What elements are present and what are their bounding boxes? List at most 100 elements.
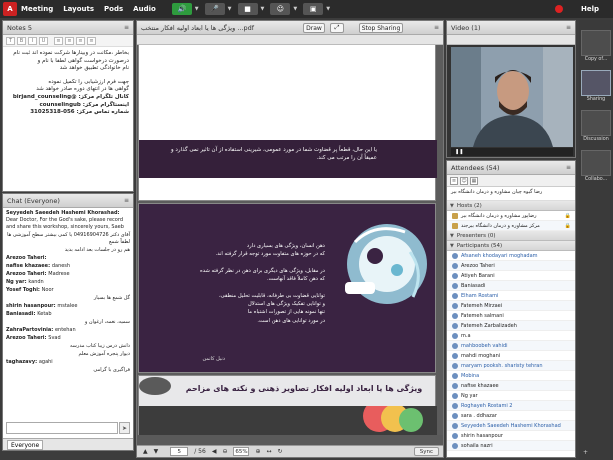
layout-tile-collaboration[interactable] [581,150,611,176]
pod-options-icon[interactable]: ≡ [434,24,439,31]
zoom-in-icon[interactable]: ⊕ [255,448,260,455]
page-number-input[interactable]: 5 [170,447,189,456]
attendee-row[interactable]: Arezoo Taheri [447,261,575,271]
send-message-icon[interactable]: ➤ [119,422,130,434]
rotate-icon[interactable]: ↻ [278,448,283,455]
attendee-row[interactable]: Atiyeh Barani [447,271,575,281]
italic-button[interactable]: I [28,36,37,45]
notes-line: گواهی ها در انتهای دوره صادر خواهد شد [36,86,129,93]
draw-button[interactable]: Draw [303,23,325,33]
attendee-row[interactable]: Mobina [447,371,575,381]
help-menu[interactable]: Help [581,5,599,13]
chevron-down-icon[interactable]: ▼ [261,6,265,12]
pod-options-icon[interactable]: ≡ [124,24,129,31]
menu-layouts[interactable]: Layouts [63,5,94,13]
chevron-down-icon[interactable]: ▼ [293,6,297,12]
mic-control[interactable]: 🎤 ▼ [204,3,232,15]
user-icon [452,332,458,339]
font-size-button[interactable]: T [6,36,15,45]
chat-message-input[interactable] [6,422,118,434]
document-viewer[interactable]: یا این حال، قطعاً پر قضاوت شما در مورد ع… [137,45,443,435]
previous-page-icon[interactable]: ▲ [143,448,148,455]
stop-sharing-button[interactable]: Stop Sharing [359,23,403,33]
attendee-row[interactable]: sara . ddhazar [447,411,575,421]
chevron-down-icon[interactable]: ▼ [450,203,454,209]
camera-control[interactable]: ■ ▼ [237,3,265,15]
attendee-row[interactable]: m.a [447,331,575,341]
next-page-icon[interactable]: ▼ [154,448,159,455]
speaker-control[interactable]: 🔊 ▼ [171,3,199,15]
attendee-row[interactable]: mahboobeh vahidi [447,341,575,351]
menu-meeting[interactable]: Meeting [21,5,53,13]
user-icon [452,252,458,259]
attendees-count: (54) [486,163,500,172]
attendee-row[interactable]: Fatemeh Mirzaei [447,301,575,311]
menu-audio[interactable]: Audio [133,5,156,13]
attendee-row[interactable]: Fatemeh Zarbalizadeh [447,321,575,331]
share-screen-control[interactable]: ▣ ▼ [303,3,330,15]
chevron-down-icon[interactable]: ▼ [326,6,330,12]
attendee-row[interactable]: mahdi moghani [447,351,575,361]
microphone-icon[interactable]: 🎤 [204,3,225,15]
layout-tile-discussion[interactable] [581,110,611,136]
chevron-down-icon[interactable]: ▼ [450,243,454,249]
align-right-button[interactable]: ≡ [87,36,96,45]
attendee-row[interactable]: Afsaneh khodayari moghadam [447,251,575,261]
share-document-title: ویژگی ها یا ابعاد اولیه افکار منتخب ...p… [141,23,255,32]
layout-tile-copy[interactable] [581,30,611,56]
chevron-down-icon[interactable]: ▼ [450,233,454,239]
add-layout-icon[interactable]: + [583,449,588,456]
chat-text: دانش درس زیبا کتاب مدرسه [69,343,130,349]
webcam-feed[interactable] [451,47,573,147]
attendee-row[interactable]: مرکز مشاوره و درمان دانشگاه بیرجند 🔒 [447,221,575,231]
attendee-group-hosts[interactable]: ▼ Hosts (2) [447,201,575,211]
attendee-row[interactable]: Elham Rostami [447,291,575,301]
share-screen-icon[interactable]: ▣ [303,3,324,15]
record-icon[interactable] [554,5,563,13]
attendee-row[interactable]: Baniasadi [447,281,575,291]
zoom-out-icon[interactable]: ⊖ [222,448,227,455]
user-icon [452,292,458,299]
attendee-group-participants[interactable]: ▼ Participants (54) [447,241,575,251]
attendee-row[interactable]: sohaila nazri [447,441,575,451]
chat-tab-everyone[interactable]: Everyone [7,439,44,450]
pause-icon[interactable]: ❚❚ [455,149,463,155]
attendee-row[interactable]: shirin hasanpour [447,431,575,441]
attendee-row[interactable]: Ng yar [447,391,575,401]
pod-options-icon[interactable]: ≡ [566,164,571,171]
user-status-icon[interactable]: ☺ [270,3,291,15]
bullet-list-button[interactable]: ≡ [54,36,63,45]
attendee-row[interactable]: maryam pooksh. sharisty tehran [447,361,575,371]
attendee-name: مرکز مشاوره و درمان دانشگاه بیرجند [461,222,540,229]
fit-width-icon[interactable]: ↔ [267,448,272,455]
attendee-name: nafise khazaee [461,382,499,389]
attendee-row[interactable]: nafise khazaee [447,381,575,391]
raise-hand-control[interactable]: ☺ ▼ [270,3,297,15]
layout-tile-sharing[interactable] [581,70,611,96]
attendee-row[interactable]: Roghayeh Rostami 2 [447,401,575,411]
attendee-row[interactable]: Fatemeh salmani [447,311,575,321]
zoom-level[interactable]: 65% [233,447,250,456]
attendee-group-presenters[interactable]: ▼ Presenters (0) [447,231,575,241]
pod-options-icon[interactable]: ≡ [124,197,129,204]
pod-options-icon[interactable]: ≡ [566,24,571,31]
chevron-down-icon[interactable]: ▼ [228,6,232,12]
align-left-button[interactable]: ≡ [65,36,74,45]
attendee-row[interactable]: Seyyedeh Saeedeh Hashemi Khorashad [447,421,575,431]
underline-button[interactable]: U [39,36,48,45]
first-page-icon[interactable]: ◀ [212,448,217,455]
fullscreen-icon[interactable]: ⤢ [330,23,344,33]
attendee-row[interactable]: رضاپور مشاوره و درمان دانشگاه بیر 🔒 [447,211,575,221]
menu-pods[interactable]: Pods [104,5,123,13]
align-center-button[interactable]: ≡ [76,36,85,45]
breakout-icon[interactable]: ▦ [470,176,478,185]
speaker-icon[interactable]: 🔊 [171,3,192,15]
camera-icon[interactable]: ■ [237,3,258,15]
list-view-icon[interactable]: ≡ [450,176,458,185]
notes-content[interactable]: بخاطر ،مکانت در وبینارها شرکت نموده اند … [3,47,133,120]
chevron-down-icon[interactable]: ▼ [195,6,199,12]
bold-button[interactable]: B [17,36,26,45]
top-menu-bar: A Meeting Layouts Pods Audio 🔊 ▼ 🎤 ▼ ■ ▼ ☺ ▼… [0,0,613,18]
status-view-icon[interactable]: ☺ [460,176,468,185]
sync-button[interactable]: Sync [413,447,439,456]
